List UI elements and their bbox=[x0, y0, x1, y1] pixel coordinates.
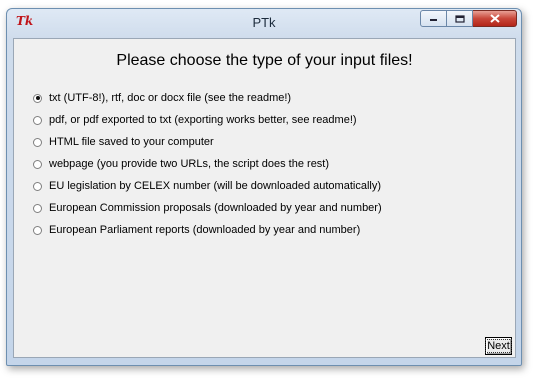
close-button[interactable] bbox=[473, 10, 517, 27]
caption-buttons bbox=[420, 10, 517, 28]
next-button[interactable]: Next bbox=[485, 337, 512, 355]
close-icon bbox=[489, 14, 500, 23]
maximize-icon bbox=[454, 14, 465, 23]
page-title: Please choose the type of your input fil… bbox=[116, 52, 413, 69]
option-label: HTML file saved to your computer bbox=[49, 136, 214, 148]
next-button-label: Next bbox=[485, 339, 512, 353]
option-label: pdf, or pdf exported to txt (exporting w… bbox=[49, 114, 357, 126]
file-type-radio-group: txt (UTF-8!), rtf, doc or docx file (see… bbox=[33, 87, 382, 241]
option-label: EU legislation by CELEX number (will be … bbox=[49, 180, 381, 192]
radio-button[interactable] bbox=[33, 137, 42, 147]
app-window: Tk PTk Please choose the type of your in… bbox=[6, 8, 522, 366]
radio-button[interactable] bbox=[33, 203, 42, 213]
option-celex[interactable]: EU legislation by CELEX number (will be … bbox=[33, 175, 382, 197]
title-bar[interactable]: Tk PTk bbox=[7, 9, 521, 36]
option-label: txt (UTF-8!), rtf, doc or docx file (see… bbox=[49, 92, 292, 104]
radio-button[interactable] bbox=[33, 181, 42, 191]
option-label: European Parliament reports (downloaded … bbox=[49, 224, 361, 236]
option-parliament-reports[interactable]: European Parliament reports (downloaded … bbox=[33, 219, 382, 241]
option-html-file[interactable]: HTML file saved to your computer bbox=[33, 131, 382, 153]
option-webpage[interactable]: webpage (you provide two URLs, the scrip… bbox=[33, 153, 382, 175]
option-commission-proposals[interactable]: European Commission proposals (downloade… bbox=[33, 197, 382, 219]
maximize-button[interactable] bbox=[447, 10, 473, 27]
radio-button[interactable] bbox=[33, 159, 42, 169]
option-label: webpage (you provide two URLs, the scrip… bbox=[49, 158, 330, 170]
minimize-icon bbox=[430, 19, 437, 21]
option-txt-rtf-doc[interactable]: txt (UTF-8!), rtf, doc or docx file (see… bbox=[33, 87, 382, 109]
option-pdf[interactable]: pdf, or pdf exported to txt (exporting w… bbox=[33, 109, 382, 131]
radio-button[interactable] bbox=[33, 93, 42, 103]
option-label: European Commission proposals (downloade… bbox=[49, 202, 382, 214]
radio-button[interactable] bbox=[33, 225, 42, 235]
dialog-client-area: Please choose the type of your input fil… bbox=[13, 38, 516, 358]
minimize-button[interactable] bbox=[420, 10, 447, 27]
radio-button[interactable] bbox=[33, 115, 42, 125]
